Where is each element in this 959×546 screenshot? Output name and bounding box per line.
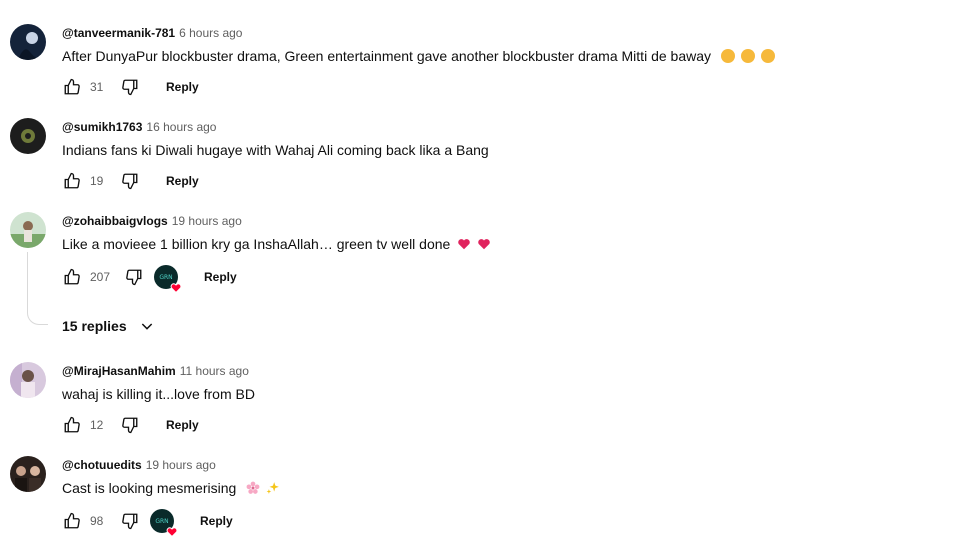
heart-icon (166, 525, 178, 538)
comment-text: Indians fans ki Diwali hugaye with Wahaj… (62, 142, 489, 158)
author-name[interactable]: @zohaibbaigvlogs (62, 214, 168, 228)
comment-text: Cast is looking mesmerising (62, 480, 237, 496)
like-count: 207 (90, 270, 111, 284)
like-count: 19 (90, 174, 104, 188)
timestamp[interactable]: 19 hours ago (172, 214, 242, 228)
avatar[interactable] (10, 362, 46, 398)
like-count: 31 (90, 80, 104, 94)
cherry-blossom-emoji (246, 480, 260, 494)
thumb-up-icon[interactable] (60, 265, 84, 289)
thumb-up-icon[interactable] (60, 413, 84, 437)
replies-label[interactable]: 15 replies (62, 318, 127, 334)
avatar[interactable] (10, 212, 46, 248)
red-heart-emoji (477, 236, 491, 250)
astonished-face-emoji (740, 49, 755, 63)
timestamp[interactable]: 16 hours ago (146, 120, 216, 134)
thumb-up-icon[interactable] (60, 169, 84, 193)
reply-button[interactable]: Reply (166, 80, 199, 94)
timestamp[interactable]: 6 hours ago (179, 26, 242, 40)
author-name[interactable]: @sumikh1763 (62, 120, 142, 134)
comment-text: After DunyaPur blockbuster drama, Green … (62, 48, 711, 64)
reply-button[interactable]: Reply (166, 174, 199, 188)
thumb-down-icon[interactable] (118, 509, 142, 533)
thumb-down-icon[interactable] (118, 169, 142, 193)
chevron-down-icon[interactable] (139, 318, 155, 334)
avatar[interactable] (10, 456, 46, 492)
timestamp[interactable]: 11 hours ago (180, 364, 249, 378)
avatar[interactable] (10, 24, 46, 60)
thumb-down-icon[interactable] (118, 413, 142, 437)
sparkles-emoji (266, 480, 280, 494)
svg-text:GRN: GRN (155, 518, 168, 525)
like-count: 98 (90, 514, 104, 528)
red-heart-emoji (457, 236, 471, 250)
thread-connector (27, 252, 48, 325)
author-name[interactable]: @MirajHasanMahim (62, 364, 176, 378)
astonished-face-emoji (760, 49, 775, 63)
view-replies-button[interactable]: 15 replies (62, 316, 155, 336)
heart-icon (170, 281, 182, 294)
reply-button[interactable]: Reply (166, 418, 199, 432)
thumb-up-icon[interactable] (60, 509, 84, 533)
comment-text: wahaj is killing it...love from BD (62, 386, 255, 402)
author-name[interactable]: @tanveermanik-781 (62, 26, 175, 40)
thumb-up-icon[interactable] (60, 75, 84, 99)
astonished-face-emoji (720, 49, 735, 63)
creator-heart-badge: GRN (150, 509, 178, 538)
author-name[interactable]: @chotuuedits (62, 458, 142, 472)
thumb-down-icon[interactable] (122, 265, 146, 289)
creator-heart-badge: GRN (154, 265, 182, 294)
timestamp[interactable]: 19 hours ago (146, 458, 216, 472)
comment-text: Like a movieee 1 billion kry ga InshaAll… (62, 236, 451, 252)
thumb-down-icon[interactable] (118, 75, 142, 99)
like-count: 12 (90, 418, 104, 432)
svg-text:GRN: GRN (159, 274, 172, 281)
avatar[interactable] (10, 118, 46, 154)
reply-button[interactable]: Reply (200, 514, 233, 528)
reply-button[interactable]: Reply (204, 270, 237, 284)
